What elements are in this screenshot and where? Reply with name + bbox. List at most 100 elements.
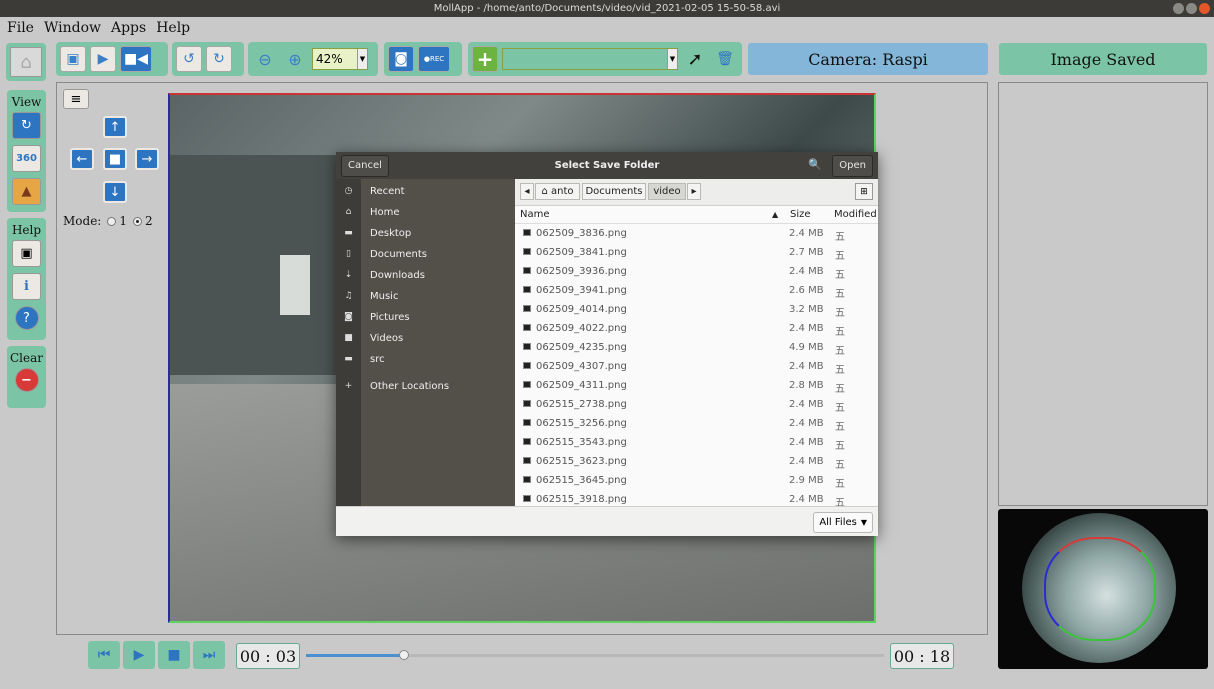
home-button[interactable]: ⌂: [10, 47, 42, 77]
menu-apps[interactable]: Apps: [111, 20, 146, 36]
info-button[interactable]: i: [12, 273, 41, 300]
help-button[interactable]: ?: [14, 306, 39, 330]
file-row[interactable]: 062509_3936.png 2.4 MB 五: [515, 262, 878, 281]
place-videos-label: Videos: [370, 332, 404, 344]
clear-group: Clear −: [7, 346, 46, 408]
clear-button[interactable]: −: [14, 368, 39, 392]
column-name[interactable]: Name: [520, 209, 550, 220]
file-row[interactable]: 062509_4022.png 2.4 MB 五: [515, 319, 878, 338]
column-modified[interactable]: Modified: [834, 209, 877, 220]
record-button[interactable]: ●REC: [418, 46, 450, 72]
place-home[interactable]: ⌂ Home: [336, 202, 515, 222]
place-other-locations[interactable]: + Other Locations: [336, 376, 515, 396]
file-row[interactable]: 062509_3836.png 2.4 MB 五: [515, 224, 878, 243]
camera-label-text: Camera: Raspi: [808, 49, 928, 69]
file-row[interactable]: 062515_3256.png 2.4 MB 五: [515, 414, 878, 433]
file-row[interactable]: 062515_3645.png 2.9 MB 五: [515, 471, 878, 490]
video-file-button[interactable]: ▶: [90, 46, 116, 72]
refresh-view-button[interactable]: ↻: [12, 112, 41, 139]
place-src[interactable]: ▬ src: [336, 349, 515, 369]
zoom-select[interactable]: 42% ▼: [312, 48, 368, 70]
search-button[interactable]: 🔍: [808, 158, 822, 171]
place-desktop[interactable]: ▬ Desktop: [336, 223, 515, 243]
path-crumb-documents[interactable]: Documents: [582, 183, 646, 200]
file-modified: 五: [835, 441, 845, 452]
pan-right-button[interactable]: →: [135, 148, 159, 170]
seek-slider-handle[interactable]: [399, 650, 410, 660]
zoom-out-button[interactable]: ⊖: [252, 46, 278, 72]
image-file-button[interactable]: ▣: [60, 46, 86, 72]
file-size: 2.4 MB: [789, 266, 824, 277]
pan-up-button[interactable]: ↑: [103, 116, 127, 138]
gallery-icon: ▣: [20, 246, 33, 261]
save-folder-dialog: Cancel Open Select Save Folder 🔍 ◷ Recent…: [336, 152, 878, 536]
zoom-dropdown-arrow-icon: ▼: [357, 49, 367, 69]
pan-center-button[interactable]: ■: [103, 148, 127, 170]
file-modified: 五: [835, 232, 845, 243]
rotate-left-button[interactable]: ↺: [176, 46, 202, 72]
stop-button[interactable]: ■: [158, 641, 190, 669]
fisheye-preview[interactable]: [998, 509, 1208, 669]
file-row[interactable]: 062509_4014.png 3.2 MB 五: [515, 300, 878, 319]
pan-left-button[interactable]: ←: [70, 148, 94, 170]
file-row[interactable]: 062515_3623.png 2.4 MB 五: [515, 452, 878, 471]
place-videos[interactable]: ■ Videos: [336, 328, 515, 348]
mode-option-1[interactable]: 1: [107, 214, 127, 228]
zoom-in-button[interactable]: ⊕: [282, 46, 308, 72]
maximize-button[interactable]: [1186, 3, 1197, 14]
file-row[interactable]: 062515_3918.png 2.4 MB 五: [515, 490, 878, 506]
menu-help[interactable]: Help: [156, 20, 190, 36]
skip-back-button[interactable]: ⏮: [88, 641, 120, 669]
file-row[interactable]: 062515_2738.png 2.4 MB 五: [515, 395, 878, 414]
view-360-button[interactable]: 360: [12, 145, 41, 172]
file-filter-select[interactable]: All Files ▼: [813, 512, 873, 533]
preset-combo[interactable]: ▼: [502, 48, 678, 70]
cancel-button[interactable]: Cancel: [341, 154, 389, 177]
mode-selector: Mode: 1 2: [63, 214, 153, 228]
skip-forward-button[interactable]: ⏭: [193, 641, 225, 669]
file-row[interactable]: 062509_4307.png 2.4 MB 五: [515, 357, 878, 376]
path-crumb-anto[interactable]: ⌂ anto: [535, 183, 580, 200]
download-icon: ⇣: [344, 270, 353, 280]
gallery-button[interactable]: ▣: [12, 240, 41, 267]
column-size[interactable]: Size: [790, 209, 811, 220]
pan-down-button[interactable]: ↓: [103, 181, 127, 203]
place-recent[interactable]: ◷ Recent: [336, 181, 515, 201]
image-file-icon: [523, 248, 531, 255]
menu-window[interactable]: Window: [44, 20, 101, 36]
panorama-button[interactable]: ▲: [12, 178, 41, 205]
path-back-button[interactable]: ◂: [520, 183, 534, 200]
delete-button[interactable]: 🗑: [712, 46, 738, 72]
place-documents[interactable]: ▯ Documents: [336, 244, 515, 264]
image-file-icon: [523, 438, 531, 445]
file-row[interactable]: 062509_3941.png 2.6 MB 五: [515, 281, 878, 300]
add-button[interactable]: +: [472, 46, 498, 72]
mode-option-2[interactable]: 2: [132, 214, 153, 228]
mode-radio-2[interactable]: [132, 217, 142, 226]
mode-radio-1[interactable]: [107, 217, 117, 226]
menu-toggle-button[interactable]: ≡: [63, 89, 89, 109]
seek-slider[interactable]: [306, 650, 884, 660]
file-row[interactable]: 062509_4235.png 4.9 MB 五: [515, 338, 878, 357]
file-row[interactable]: 062515_3543.png 2.4 MB 五: [515, 433, 878, 452]
video-camera-button[interactable]: ■◀: [120, 46, 152, 72]
goto-button[interactable]: ➚: [682, 46, 708, 72]
menu-file[interactable]: File: [7, 20, 34, 36]
close-button[interactable]: [1199, 3, 1210, 14]
rotate-right-button[interactable]: ↻: [206, 46, 232, 72]
file-row[interactable]: 062509_4311.png 2.8 MB 五: [515, 376, 878, 395]
new-folder-button[interactable]: ⊞: [855, 183, 873, 200]
file-row[interactable]: 062509_3841.png 2.7 MB 五: [515, 243, 878, 262]
open-button[interactable]: Open: [832, 154, 873, 177]
snapshot-button[interactable]: ◙: [388, 46, 414, 72]
path-crumb-video[interactable]: video: [648, 183, 686, 200]
play-button[interactable]: ▶: [123, 641, 155, 669]
place-downloads[interactable]: ⇣ Downloads: [336, 265, 515, 285]
file-name: 062509_3836.png: [536, 228, 627, 239]
image-file-icon: ▣: [66, 51, 80, 67]
play-icon: ▶: [133, 647, 145, 663]
place-pictures[interactable]: ◙ Pictures: [336, 307, 515, 327]
minimize-button[interactable]: [1173, 3, 1184, 14]
place-music[interactable]: ♫ Music: [336, 286, 515, 306]
path-forward-button[interactable]: ▸: [687, 183, 701, 200]
